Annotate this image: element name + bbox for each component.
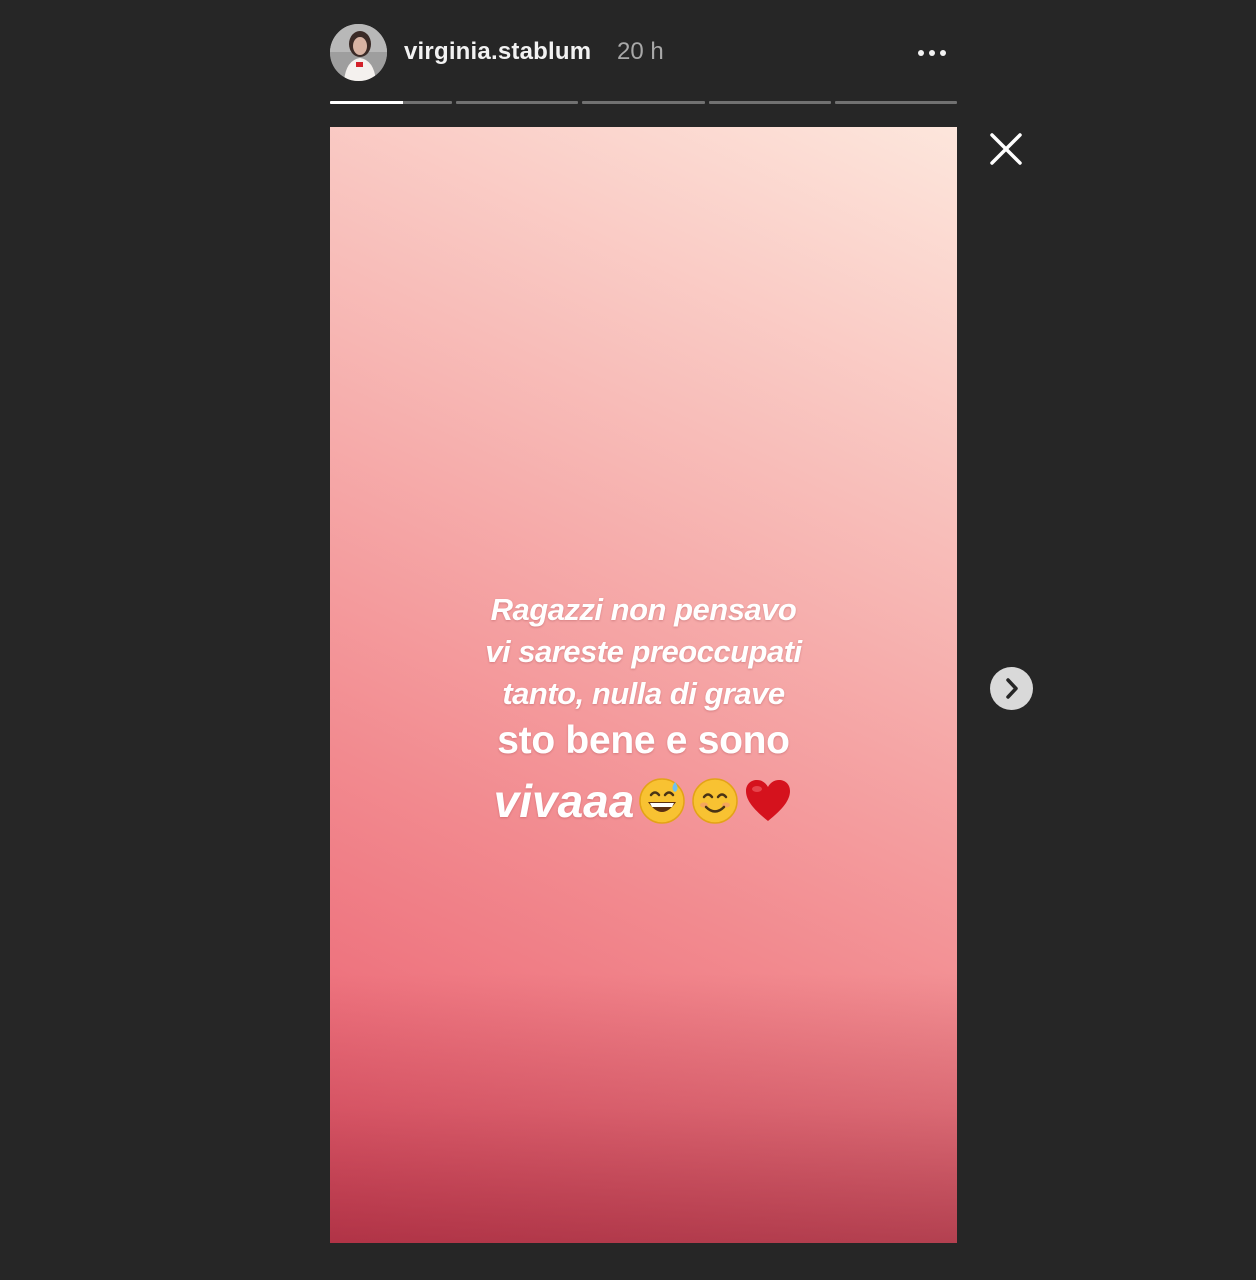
story-text-line: sto bene e sono <box>497 719 790 762</box>
story-header: virginia.stablum 20 h <box>330 24 957 82</box>
story-text-line: vi sareste preoccupati <box>485 634 802 669</box>
next-story-button[interactable] <box>990 667 1033 710</box>
grinning-sweat-emoji-icon <box>637 776 687 826</box>
avatar-image <box>330 24 387 81</box>
story-bottom-shade <box>330 973 957 1243</box>
story-text-line-emoji: vivaaa <box>330 771 957 831</box>
story-text-line: tanto, nulla di grave <box>502 676 785 711</box>
progress-segment-fill <box>330 101 404 104</box>
story-content[interactable]: Ragazzi non pensavo vi sareste preoccupa… <box>330 127 957 1243</box>
timestamp: 20 h <box>617 38 664 65</box>
progress-segment <box>456 101 579 104</box>
username[interactable]: virginia.stablum <box>404 38 591 66</box>
avatar[interactable] <box>330 24 387 81</box>
story-viewer: virginia.stablum 20 h Ragazzi non pensav… <box>0 0 1256 1280</box>
red-heart-emoji-icon <box>743 776 793 826</box>
story-text-line: Ragazzi non pensavo <box>490 592 797 627</box>
close-icon <box>990 133 1022 165</box>
story-text-line: vivaaa <box>493 775 635 827</box>
chevron-right-icon <box>1006 678 1018 699</box>
more-options-button[interactable] <box>915 40 949 66</box>
story-text-overlay: Ragazzi non pensavo vi sareste preoccupa… <box>330 589 957 831</box>
progress-segment <box>582 101 705 104</box>
smiling-face-emoji-icon <box>690 776 740 826</box>
story-progress-bar <box>330 101 958 105</box>
more-horizontal-icon <box>918 50 946 56</box>
close-button[interactable] <box>988 131 1024 167</box>
progress-segment <box>708 101 831 104</box>
progress-segment <box>330 101 453 104</box>
progress-segment <box>834 101 958 104</box>
